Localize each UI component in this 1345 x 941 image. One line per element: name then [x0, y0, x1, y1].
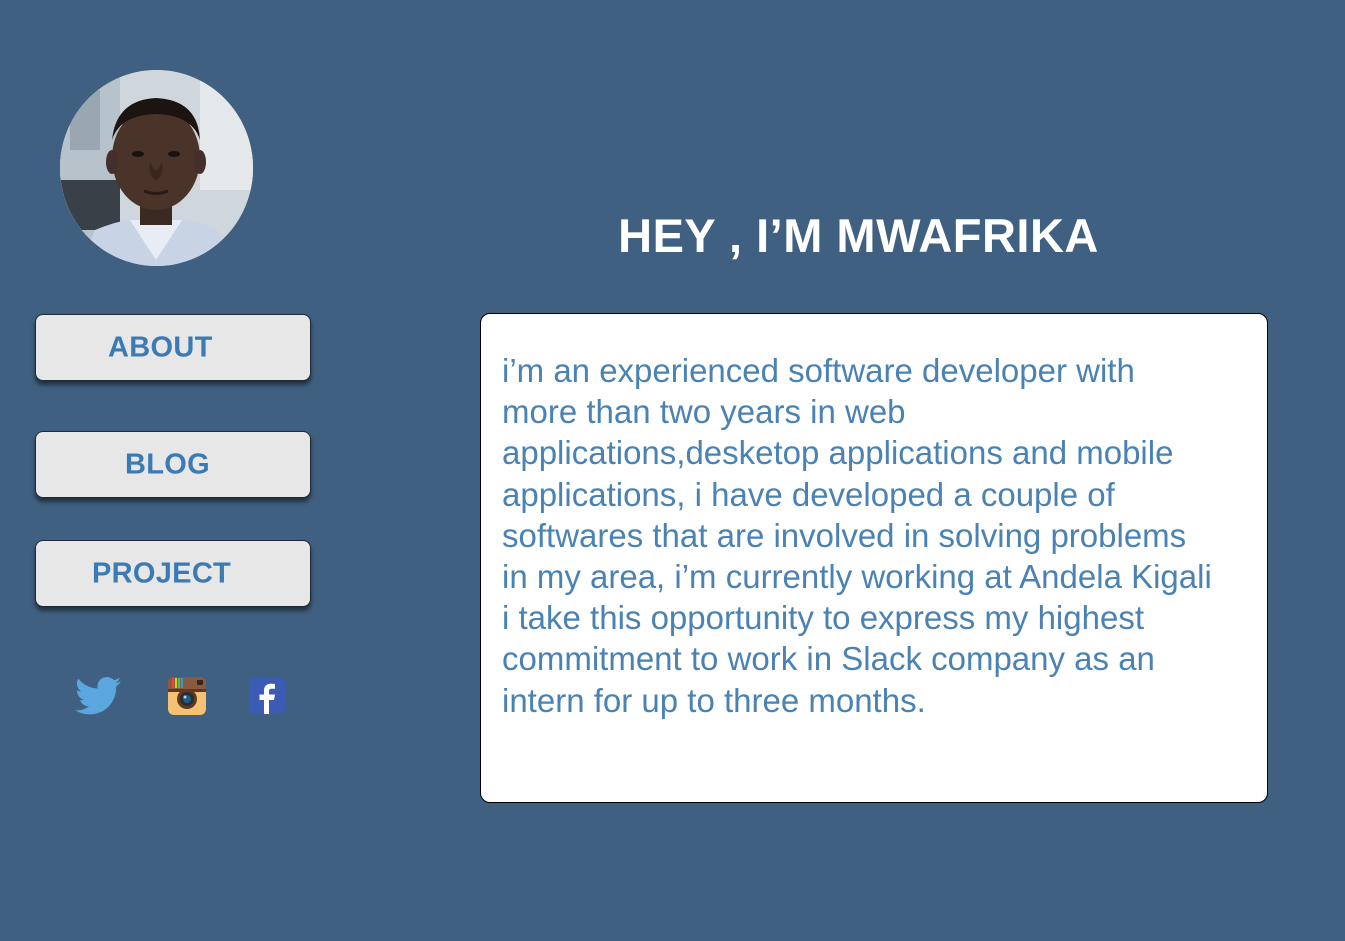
twitter-icon[interactable]	[75, 676, 121, 721]
about-button-label: ABOUT	[108, 331, 213, 363]
instagram-icon[interactable]	[167, 676, 207, 721]
blog-button[interactable]: BLOG	[35, 431, 311, 498]
avatar-photo	[60, 70, 253, 266]
bio-text: i’m an experienced software developer wi…	[502, 352, 1212, 719]
blog-button-label: BLOG	[125, 448, 210, 480]
project-button-label: PROJECT	[92, 557, 232, 589]
page-title: HEY , I’M MWAFRIKA	[618, 209, 1099, 262]
project-button[interactable]: PROJECT	[35, 540, 311, 607]
profile-avatar	[60, 70, 253, 266]
bio-card: i’m an experienced software developer wi…	[480, 313, 1268, 803]
about-button[interactable]: ABOUT	[35, 314, 311, 381]
facebook-icon[interactable]	[248, 676, 286, 721]
